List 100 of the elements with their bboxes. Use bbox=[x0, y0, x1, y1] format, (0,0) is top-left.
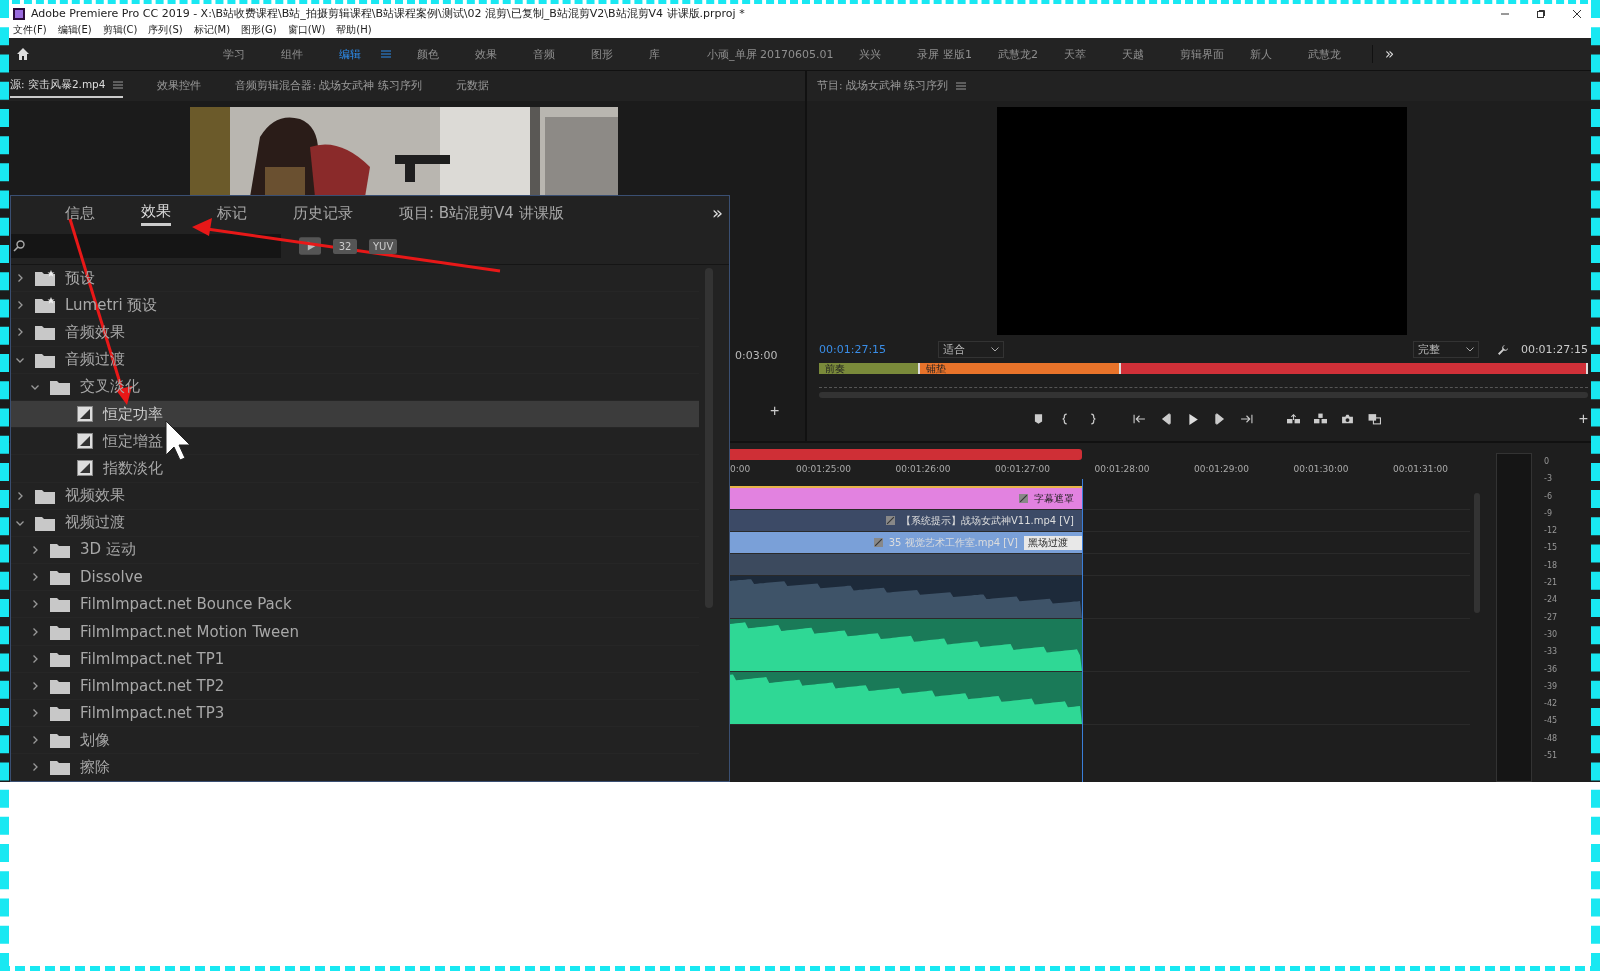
clip[interactable]: 35 视觉艺术工作室.mp4 [V] 黑场过渡 bbox=[730, 532, 1082, 553]
chevron-right-icon[interactable] bbox=[15, 300, 25, 311]
overflow-button[interactable]: » bbox=[1372, 45, 1395, 63]
camera-icon[interactable] bbox=[1341, 413, 1354, 425]
folder-item[interactable]: Dissolve bbox=[11, 564, 699, 592]
panel-tab[interactable]: 音频剪辑混合器: 战场女武神 练习序列 bbox=[235, 75, 422, 97]
folder-item[interactable]: FilmImpact.net Bounce Pack bbox=[11, 591, 699, 619]
panel-tab[interactable]: 历史记录 bbox=[293, 199, 353, 225]
folder-icon bbox=[50, 569, 70, 586]
add-button[interactable]: + bbox=[1578, 410, 1588, 428]
workspace-tab[interactable]: 音频 bbox=[520, 46, 578, 62]
zoom-dropdown[interactable]: 适合 bbox=[938, 341, 1005, 358]
workspace-tab[interactable]: 武慧龙 bbox=[1295, 46, 1354, 62]
workspace-tab[interactable]: 新人 bbox=[1237, 46, 1295, 62]
chevron-right-icon[interactable] bbox=[30, 680, 40, 691]
clip[interactable]: 字幕遮罩 bbox=[730, 488, 1082, 509]
menu-item[interactable]: 窗口(W) bbox=[287, 23, 326, 37]
filter-button[interactable]: YUV bbox=[369, 238, 398, 254]
compare-icon[interactable] bbox=[1368, 413, 1381, 425]
caret-icon bbox=[991, 347, 1000, 352]
filter-button[interactable]: 32 bbox=[333, 238, 357, 254]
effect-item[interactable]: 恒定功率 bbox=[11, 400, 699, 429]
chevron-right-icon[interactable] bbox=[30, 544, 40, 555]
folder-item[interactable]: 3D 运动 bbox=[11, 536, 699, 565]
chevron-right-icon[interactable] bbox=[30, 653, 40, 664]
marker-bar[interactable]: 铺垫 bbox=[920, 363, 1121, 374]
workspace-tab[interactable]: 库 bbox=[636, 46, 694, 62]
wrench-icon[interactable] bbox=[1496, 343, 1509, 356]
skip-forward-icon[interactable] bbox=[1240, 413, 1253, 425]
chevron-right-icon[interactable] bbox=[15, 490, 25, 501]
star-folder-icon bbox=[35, 270, 55, 287]
folder-item[interactable]: 擦除 bbox=[11, 754, 699, 781]
marker-icon[interactable] bbox=[1032, 413, 1045, 425]
panel-tab[interactable]: 节目: 战场女武神 练习序列 bbox=[817, 75, 967, 97]
menu-item[interactable]: 文件(F) bbox=[13, 23, 47, 37]
workspace-tab[interactable]: 剪辑界面 bbox=[1167, 46, 1237, 62]
folder-item[interactable]: 视频效果 bbox=[11, 482, 699, 510]
play-icon[interactable] bbox=[1187, 412, 1199, 426]
menu-item[interactable]: 标记(M) bbox=[193, 23, 231, 37]
workspace-tab[interactable]: 天越 bbox=[1109, 46, 1167, 62]
playhead-timecode[interactable]: 00:01:27:15 bbox=[819, 343, 887, 356]
menu-item[interactable]: 图形(G) bbox=[241, 23, 277, 37]
step-back-icon[interactable] bbox=[1160, 413, 1173, 425]
clip[interactable]: 【系统提示】战场女武神V11.mp4 [V] bbox=[730, 510, 1082, 531]
workspace-tab[interactable]: 颜色 bbox=[404, 46, 462, 62]
workspace-tab[interactable]: 兴兴 bbox=[846, 46, 905, 62]
menu-icon[interactable] bbox=[113, 81, 124, 89]
folder-item[interactable]: 划像 bbox=[11, 727, 699, 755]
search-field[interactable] bbox=[11, 234, 281, 258]
menu-icon[interactable] bbox=[956, 82, 967, 90]
folder-item[interactable]: 视频过渡 bbox=[11, 509, 699, 537]
panel-tab[interactable]: 元数据 bbox=[455, 75, 489, 97]
workspace-tab[interactable]: 小顽_单屏 20170605.01 bbox=[694, 46, 847, 62]
chevron-right-icon[interactable] bbox=[30, 626, 40, 637]
menu-item[interactable]: 序列(S) bbox=[148, 23, 183, 37]
workspace-tab[interactable]: 武慧龙2 bbox=[985, 46, 1051, 62]
skip-back-icon[interactable] bbox=[1133, 413, 1146, 425]
folder-item[interactable]: FilmImpact.net Motion Tween bbox=[11, 618, 699, 646]
restore-icon[interactable] bbox=[1536, 8, 1546, 19]
quality-dropdown[interactable]: 完整 bbox=[1412, 341, 1479, 358]
overflow-button[interactable]: » bbox=[712, 201, 723, 223]
panel-tab[interactable]: 源: 突击风暴2.mp4 bbox=[10, 74, 124, 98]
panel-tab[interactable]: 标记 bbox=[217, 199, 247, 225]
folder-item[interactable]: FilmImpact.net TP2 bbox=[11, 672, 699, 700]
step-forward-icon[interactable] bbox=[1213, 413, 1226, 425]
home-icon[interactable] bbox=[16, 47, 30, 61]
chevron-right-icon[interactable] bbox=[30, 599, 40, 610]
panel-tab[interactable]: 效果控件 bbox=[157, 75, 202, 97]
menu-item[interactable]: 帮助(H) bbox=[336, 23, 372, 37]
marker-bar[interactable] bbox=[1120, 363, 1588, 374]
panel-tab[interactable]: 效果 bbox=[141, 198, 171, 226]
folder-item[interactable]: FilmImpact.net TP3 bbox=[11, 700, 699, 728]
workspace-tab[interactable]: 编辑 bbox=[326, 46, 404, 62]
extract-icon[interactable] bbox=[1314, 413, 1327, 425]
workspace-tab[interactable]: 效果 bbox=[462, 46, 520, 62]
chevron-right-icon[interactable] bbox=[15, 273, 25, 284]
menu-item[interactable]: 剪辑(C) bbox=[102, 23, 138, 37]
chevron-right-icon[interactable] bbox=[30, 572, 40, 583]
marker-bar[interactable]: 前奏 bbox=[819, 363, 921, 374]
menu-item[interactable]: 编辑(E) bbox=[57, 23, 92, 37]
chevron-right-icon[interactable] bbox=[30, 762, 40, 773]
effect-item[interactable]: 指数淡化 bbox=[11, 455, 699, 483]
audio-waveform[interactable] bbox=[730, 619, 1082, 671]
audio-clip[interactable] bbox=[730, 554, 1082, 575]
folder-item[interactable]: FilmImpact.net TP1 bbox=[11, 645, 699, 673]
lift-icon[interactable] bbox=[1287, 413, 1300, 425]
workspace-tab[interactable]: 录屏 竖版1 bbox=[904, 46, 985, 62]
workspace-tab[interactable]: 图形 bbox=[578, 46, 636, 62]
chevron-right-icon[interactable] bbox=[30, 735, 40, 746]
chevron-right-icon[interactable] bbox=[30, 708, 40, 719]
workspace-tab[interactable]: 学习 bbox=[210, 46, 268, 62]
panel-tab[interactable]: 项目: B站混剪V4 讲课版 bbox=[399, 199, 564, 225]
workspace-tab[interactable]: 组件 bbox=[268, 46, 326, 62]
add-button[interactable]: + bbox=[770, 402, 780, 420]
close-icon[interactable] bbox=[1572, 8, 1582, 19]
workspace-tab[interactable]: 天萃 bbox=[1051, 46, 1109, 62]
chevron-right-icon[interactable] bbox=[15, 327, 25, 338]
meter-label: -18 bbox=[1544, 560, 1558, 572]
panel-tab[interactable]: 信息 bbox=[65, 199, 95, 225]
audio-waveform[interactable] bbox=[730, 672, 1082, 724]
